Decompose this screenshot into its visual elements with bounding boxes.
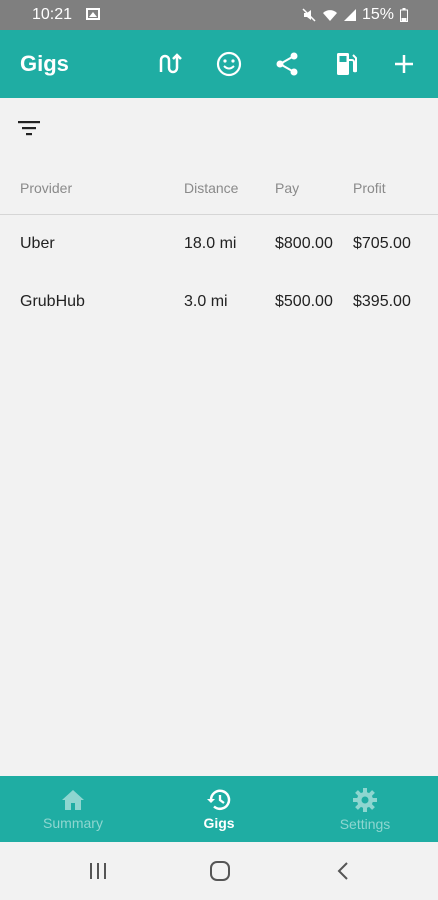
cell-profit: $705.00	[353, 235, 411, 252]
column-header-profit[interactable]: Profit	[353, 180, 386, 196]
battery-icon	[400, 8, 408, 22]
history-icon	[207, 789, 231, 810]
back-button[interactable]	[323, 856, 363, 886]
filter-bar	[0, 98, 438, 162]
nav-item-settings[interactable]: Settings	[292, 776, 438, 842]
column-header-distance[interactable]: Distance	[184, 180, 238, 196]
column-header-pay[interactable]: Pay	[275, 180, 299, 196]
cell-distance: 3.0 mi	[184, 293, 228, 310]
filter-icon[interactable]	[17, 118, 41, 138]
cell-pay: $800.00	[275, 235, 333, 252]
smiley-icon	[216, 51, 242, 77]
recent-apps-icon	[90, 863, 106, 879]
routes-button[interactable]	[154, 48, 186, 80]
cell-provider: GrubHub	[20, 293, 85, 310]
fuel-pump-icon	[337, 53, 357, 75]
nav-item-summary[interactable]: Summary	[0, 776, 146, 842]
nav-label-gigs: Gigs	[203, 814, 235, 831]
recent-apps-button[interactable]	[78, 856, 118, 886]
nav-label-settings: Settings	[339, 815, 391, 832]
table-header: Provider Distance Pay Profit	[0, 162, 438, 215]
share-icon	[276, 52, 298, 76]
home-button[interactable]	[200, 856, 240, 886]
gear-icon	[353, 787, 377, 812]
routes-icon	[159, 53, 182, 74]
table-row[interactable]: GrubHub 3.0 mi $500.00 $395.00	[0, 273, 438, 331]
status-bar: 10:21 15%	[0, 0, 438, 30]
back-icon	[337, 862, 348, 880]
bottom-navigation: Summary Gigs Settings	[0, 776, 438, 842]
home-circle-icon	[210, 861, 230, 881]
home-icon	[62, 789, 84, 810]
share-button[interactable]	[271, 48, 303, 80]
column-header-provider[interactable]: Provider	[20, 180, 72, 196]
status-time: 10:21	[32, 6, 73, 23]
cell-distance: 18.0 mi	[184, 235, 237, 252]
wifi-icon	[322, 10, 337, 21]
cell-profit: $395.00	[353, 293, 411, 310]
table-row[interactable]: Uber 18.0 mi $800.00 $705.00	[0, 215, 438, 273]
page-title: Gigs	[20, 51, 69, 76]
mood-button[interactable]	[213, 48, 245, 80]
image-notification-icon	[86, 8, 100, 20]
system-navigation-bar	[0, 842, 438, 900]
cell-pay: $500.00	[275, 293, 333, 310]
battery-percent: 15%	[361, 6, 394, 23]
signal-icon	[343, 9, 356, 21]
add-gig-button[interactable]	[388, 48, 420, 80]
add-icon	[395, 55, 413, 73]
cell-provider: Uber	[20, 235, 55, 252]
mute-icon	[302, 8, 316, 22]
app-bar: Gigs	[0, 30, 438, 98]
status-icons: 15%	[302, 6, 408, 24]
fuel-button[interactable]	[330, 48, 362, 80]
nav-label-summary: Summary	[43, 814, 103, 831]
nav-item-gigs[interactable]: Gigs	[146, 776, 292, 842]
